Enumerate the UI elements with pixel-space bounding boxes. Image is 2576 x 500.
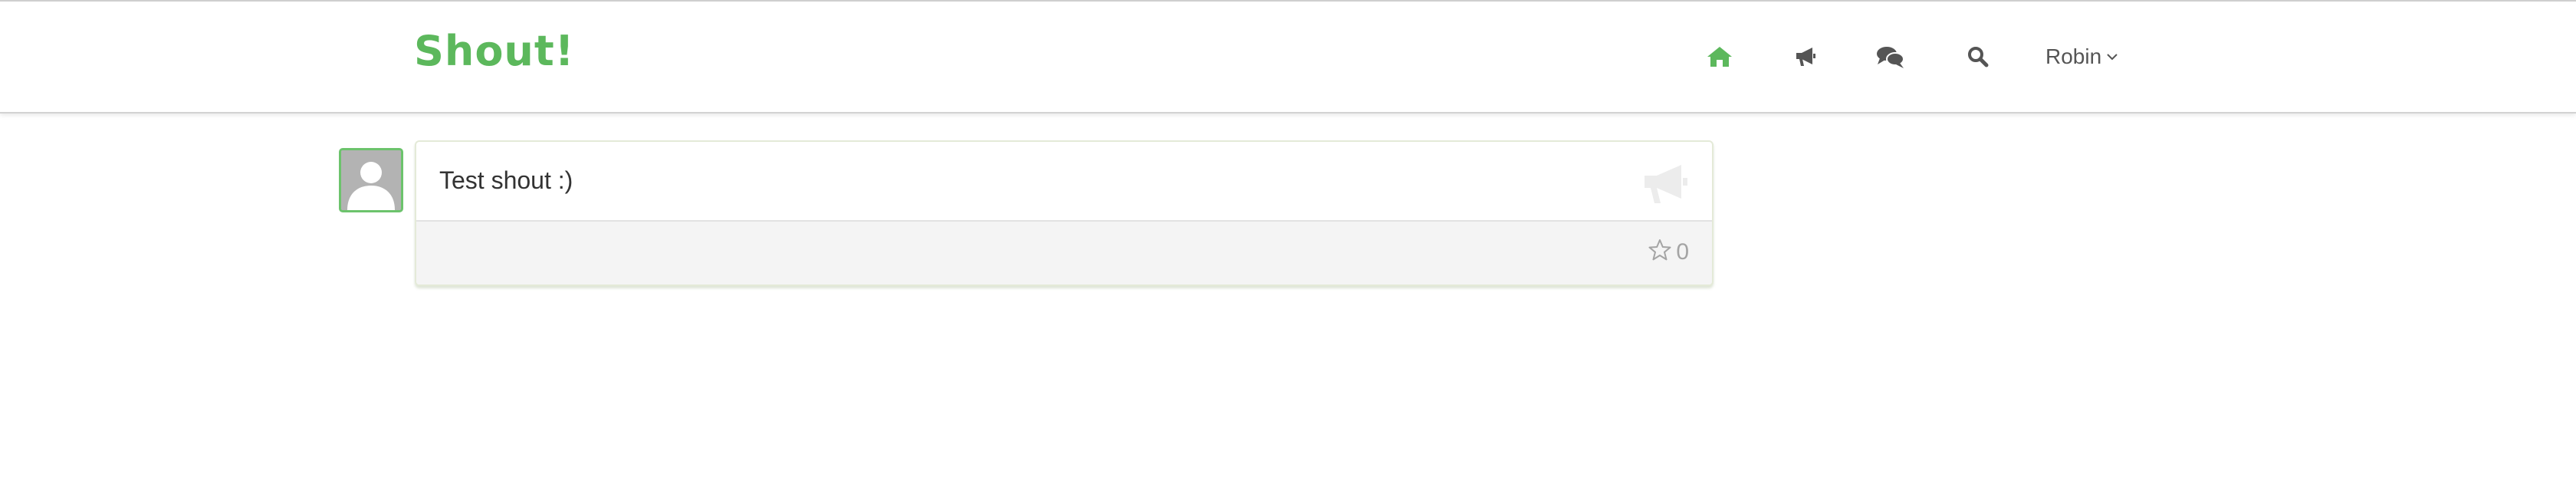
comments-icon [1876, 44, 1905, 69]
shout-text: Test shout :) [439, 166, 573, 194]
brand-logo[interactable]: Shout! [414, 31, 574, 72]
nav-shouts[interactable] [1786, 35, 1825, 78]
shout-body: Test shout :) [416, 142, 1712, 222]
nav-home[interactable] [1700, 35, 1739, 78]
user-silhouette-icon [341, 150, 401, 210]
chevron-down-icon [2106, 52, 2118, 61]
star-button[interactable]: 0 [1648, 238, 1689, 265]
star-count: 0 [1676, 238, 1689, 265]
top-navbar: Shout! Robin [0, 0, 2576, 113]
bullhorn-icon [1794, 46, 1817, 67]
home-icon [1707, 45, 1733, 68]
nav-search[interactable] [1960, 35, 1996, 78]
star-outline-icon [1648, 238, 1671, 265]
user-menu-label: Robin [2045, 44, 2102, 68]
bullhorn-icon [1641, 163, 1691, 209]
shout-card: Test shout :) 0 [415, 140, 1714, 286]
nav-conversations[interactable] [1871, 35, 1911, 78]
avatar[interactable] [339, 148, 403, 212]
search-icon [1967, 46, 1989, 67]
user-menu[interactable]: Robin [2045, 35, 2130, 78]
shout-footer: 0 [416, 222, 1712, 285]
